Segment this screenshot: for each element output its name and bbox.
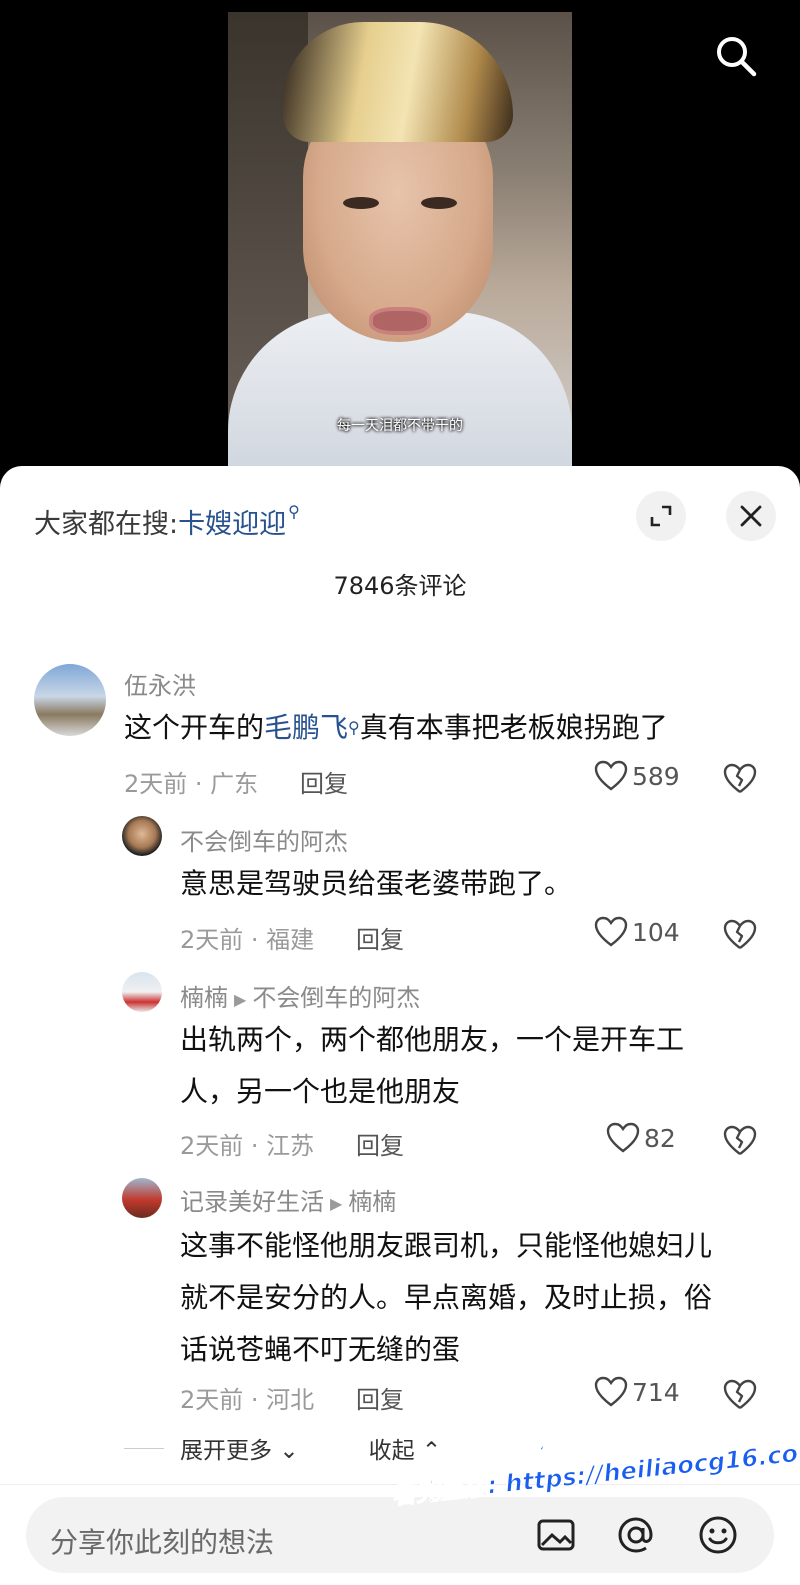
search-icon	[717, 37, 757, 77]
expand-button[interactable]	[636, 491, 686, 541]
chevron-up-icon: ⌃	[421, 1438, 442, 1464]
broken-heart-icon	[723, 1379, 757, 1409]
reply-button[interactable]: 回复	[300, 764, 348, 799]
like-count: 714	[632, 1377, 680, 1407]
dislike-button[interactable]	[722, 1124, 758, 1160]
broken-heart-icon	[723, 763, 757, 793]
comment-text: 这事不能怪他朋友跟司机，只能怪他媳妇儿 就不是安分的人。早点离婚，及时止损，俗 …	[180, 1220, 712, 1376]
comment-input-placeholder[interactable]: 分享你此刻的想法	[50, 1521, 274, 1561]
username-text[interactable]: 楠楠	[180, 984, 228, 1012]
comment-count: 7846条评论	[333, 572, 467, 600]
heart-icon	[606, 1122, 640, 1153]
comment-meta: 2天前 · 江苏	[180, 1132, 315, 1160]
comment-text-line: 出轨两个，两个都他朋友，一个是开车工	[180, 1023, 685, 1056]
emoji-button[interactable]	[696, 1513, 740, 1557]
close-button[interactable]	[726, 491, 776, 541]
reply-button[interactable]: 回复	[356, 1380, 404, 1415]
expand-more-button[interactable]: 展开更多 ⌄	[180, 1431, 299, 1465]
mouth	[369, 307, 431, 335]
comment-username[interactable]: 楠楠 ▶ 不会倒车的阿杰	[180, 978, 420, 1013]
video-frame[interactable]: 每一天泪都不带干的	[228, 12, 572, 472]
comment-text-part: 这个开车的	[124, 711, 265, 744]
comment-text-line: 就不是安分的人。早点离婚，及时止损，俗	[180, 1281, 713, 1314]
comment-username[interactable]: 不会倒车的阿杰	[180, 822, 348, 857]
image-button[interactable]	[534, 1513, 578, 1557]
eye	[343, 197, 379, 209]
like-button[interactable]: 82	[606, 1122, 676, 1154]
heart-icon	[594, 916, 628, 947]
video-player[interactable]: 每一天泪都不带干的	[0, 0, 800, 490]
avatar[interactable]	[122, 1178, 162, 1218]
reply-to-username[interactable]: 不会倒车的阿杰	[252, 984, 420, 1012]
reply-button[interactable]: 回复	[356, 920, 404, 955]
username-text[interactable]: 记录美好生活	[180, 1188, 324, 1216]
avatar[interactable]	[122, 972, 162, 1012]
avatar[interactable]	[122, 816, 162, 856]
comment-username[interactable]: 伍永洪	[124, 666, 196, 701]
comment-text: 出轨两个，两个都他朋友，一个是开车工 人，另一个也是他朋友	[180, 1014, 684, 1118]
dislike-button[interactable]	[722, 1378, 758, 1414]
close-icon	[740, 505, 762, 527]
dislike-button[interactable]	[722, 918, 758, 954]
comment-text: 这个开车的毛鹏飞⚲真有本事把老板娘拐跑了	[124, 702, 668, 754]
comment-text-line: 人，另一个也是他朋友	[180, 1075, 461, 1108]
like-count: 589	[632, 761, 680, 791]
emoji-icon	[699, 1516, 737, 1554]
comment-username[interactable]: 记录美好生活 ▶ 楠楠	[180, 1182, 396, 1217]
broken-heart-icon	[723, 1125, 757, 1155]
video-person-hair	[283, 22, 513, 142]
dislike-button[interactable]	[722, 762, 758, 798]
expand-more-label: 展开更多	[180, 1438, 272, 1464]
search-icon: ⚲	[288, 502, 300, 521]
eye	[421, 197, 457, 209]
hot-search[interactable]: 大家都在搜:卡嫂迎迎 ⚲	[34, 502, 300, 541]
avatar[interactable]	[34, 664, 106, 736]
comment-meta: 2天前 · 河北	[180, 1386, 315, 1414]
mention-button[interactable]	[614, 1513, 658, 1557]
chevron-down-icon: ⌄	[279, 1438, 299, 1464]
like-button[interactable]: 104	[594, 916, 680, 948]
hot-search-prefix: 大家都在搜:	[34, 509, 179, 540]
comment-sheet: 大家都在搜:卡嫂迎迎 ⚲ 7846条评论 伍永洪 这个开车的毛鹏飞⚲真有本事把老板…	[0, 466, 800, 1585]
heart-icon	[594, 760, 628, 791]
reply-arrow-icon: ▶	[234, 989, 247, 1009]
divider	[124, 1447, 164, 1449]
image-icon	[537, 1519, 575, 1551]
reply-to-username[interactable]: 楠楠	[348, 1188, 396, 1216]
video-subtitle: 每一天泪都不带干的	[337, 418, 463, 434]
comment-mention[interactable]: 毛鹏飞	[264, 711, 348, 744]
like-count: 104	[632, 917, 680, 947]
at-icon	[618, 1517, 653, 1553]
like-button[interactable]: 714	[594, 1376, 680, 1408]
comment-text: 意思是驾驶员给蛋老婆带跑了。	[180, 867, 573, 900]
search-icon: ⚲	[348, 718, 360, 737]
comment-meta: 2天前 · 广东	[124, 770, 259, 798]
like-count: 82	[644, 1123, 676, 1153]
collapse-button[interactable]: 收起 ⌃	[369, 1431, 442, 1465]
comment-input-bar: 分享你此刻的想法	[0, 1484, 800, 1585]
comment-meta: 2天前 · 福建	[180, 926, 315, 954]
comment-text-part: 真有本事把老板娘拐跑了	[359, 711, 668, 744]
broken-heart-icon	[723, 919, 757, 949]
comment-text-line: 话说苍蝇不叮无缝的蛋	[180, 1333, 461, 1366]
collapse-label: 收起	[368, 1438, 415, 1464]
reply-button[interactable]: 回复	[356, 1126, 404, 1161]
heart-icon	[594, 1376, 628, 1407]
comment-text-line: 这事不能怪他朋友跟司机，只能怪他媳妇儿	[180, 1229, 713, 1262]
search-button[interactable]	[714, 34, 758, 78]
expand-icon	[650, 505, 672, 527]
like-button[interactable]: 589	[594, 760, 680, 792]
reply-arrow-icon: ▶	[330, 1193, 343, 1213]
hot-search-keyword[interactable]: 卡嫂迎迎	[178, 509, 286, 540]
replies-toggle-row: 展开更多 ⌄ 收起 ⌃	[124, 1428, 511, 1468]
